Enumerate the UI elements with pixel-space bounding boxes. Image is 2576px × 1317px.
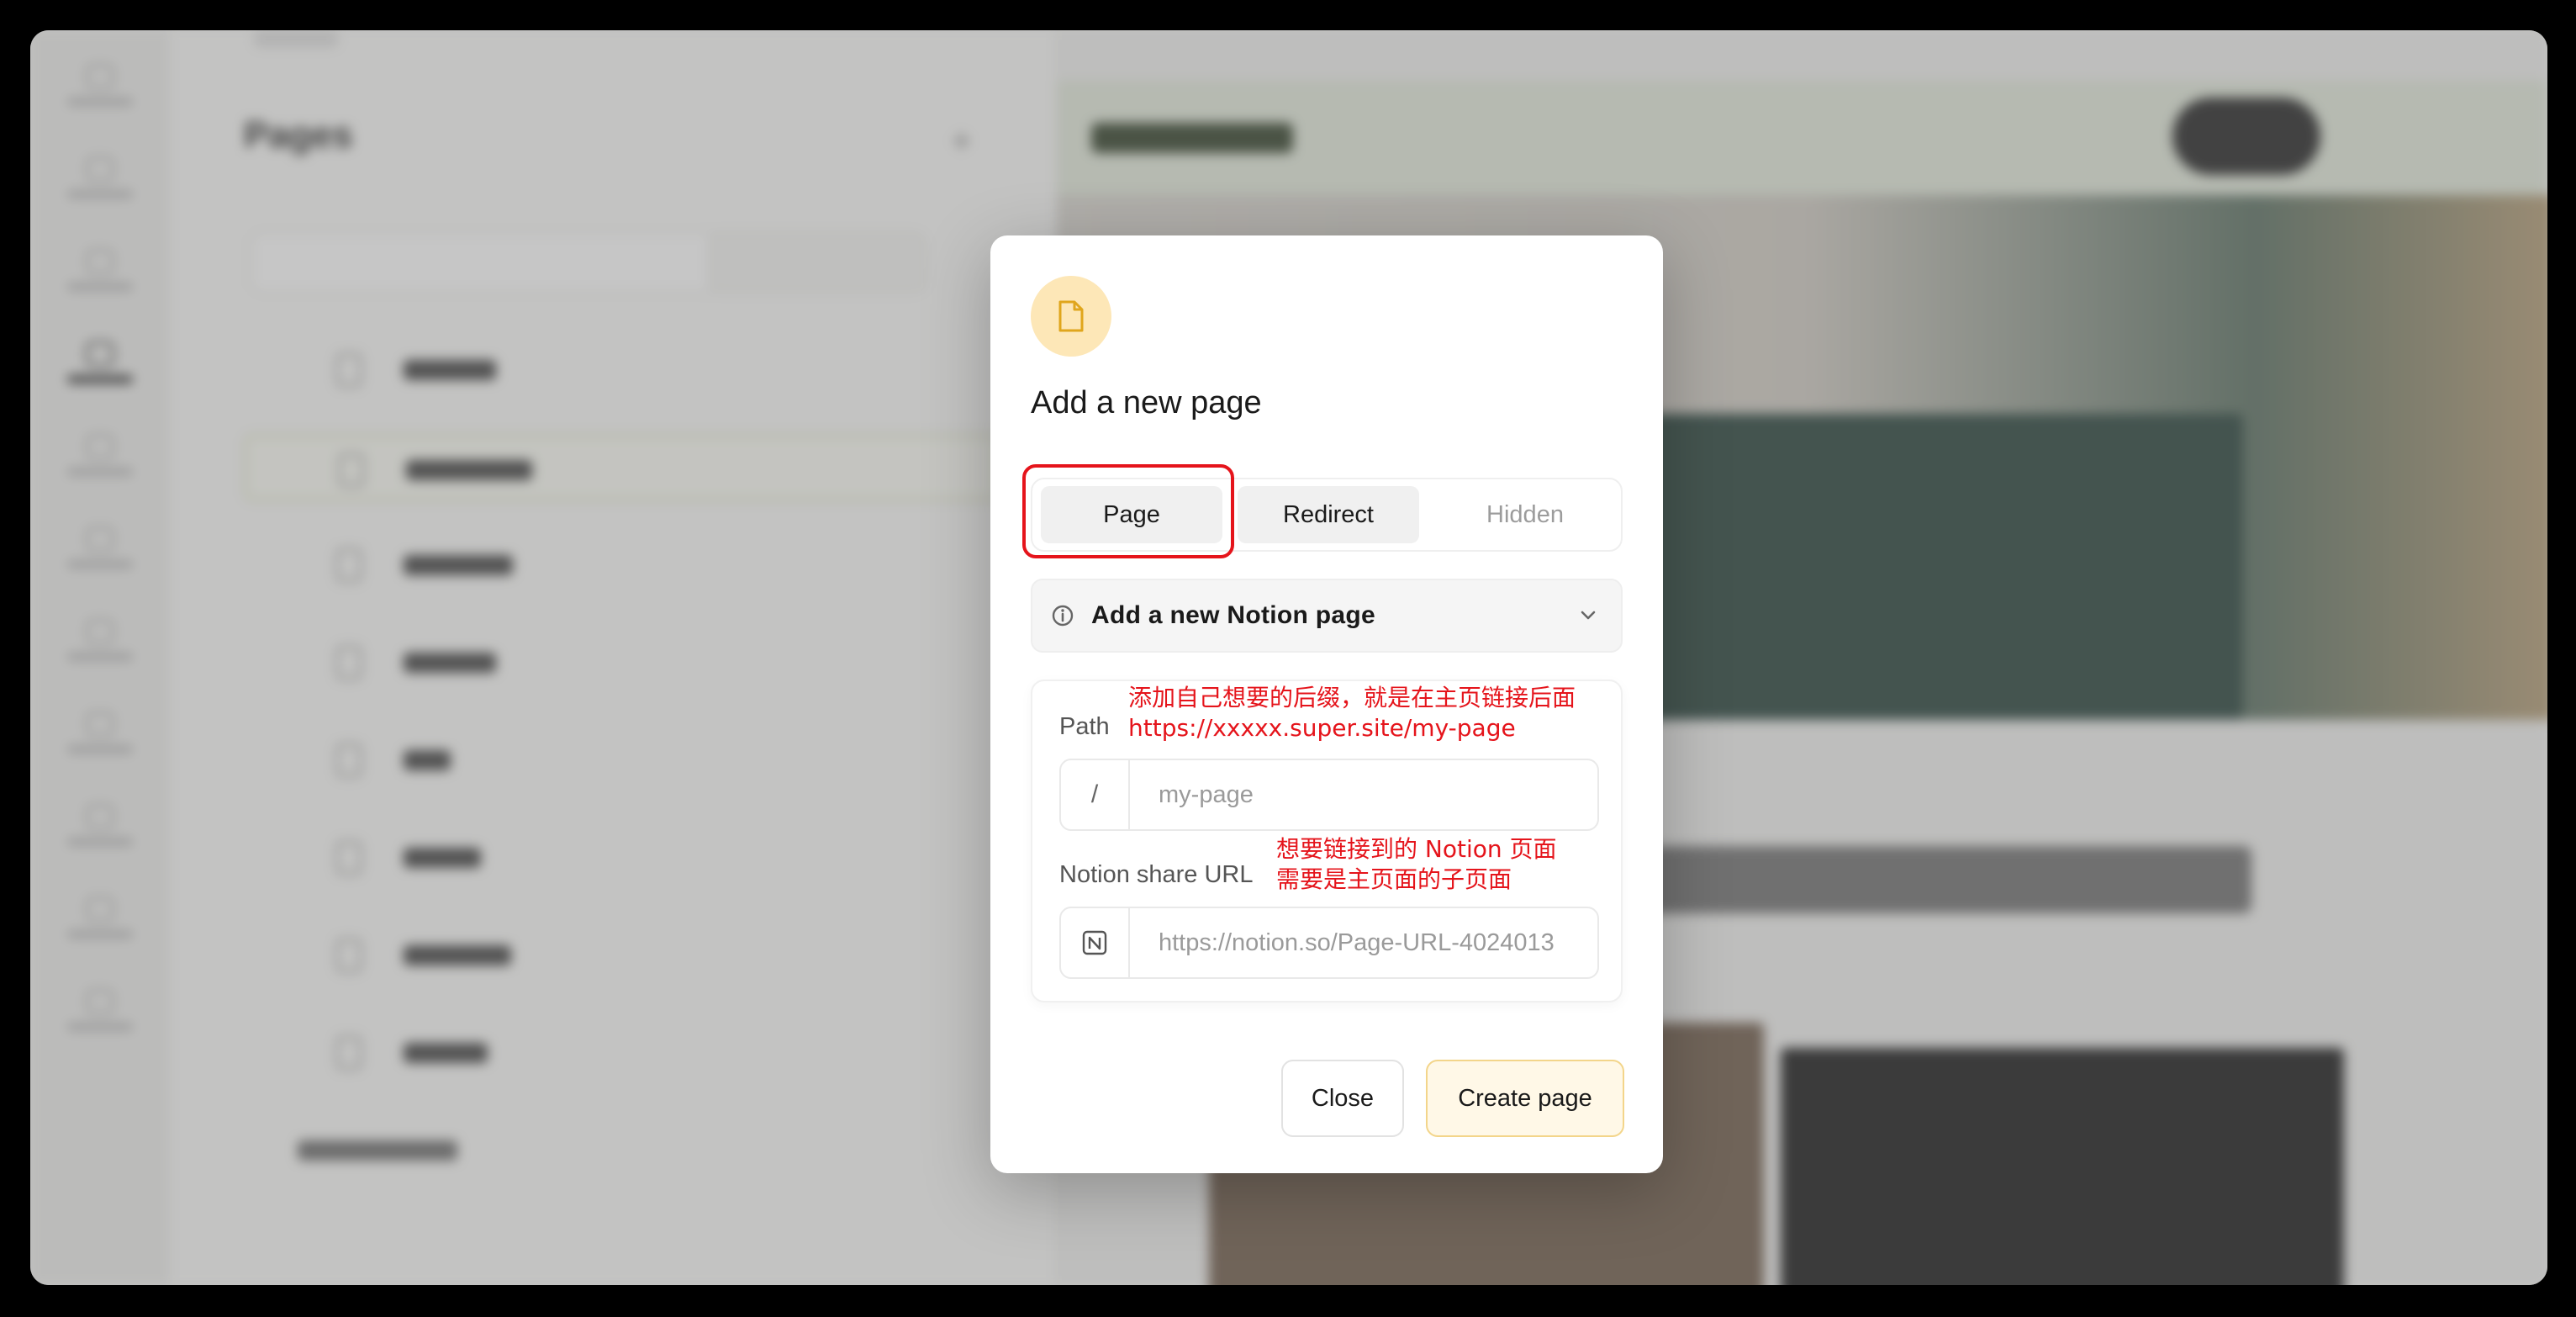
path-annotation: 添加自己想要的后缀，就是在主页链接后面 https://xxxxx.super.… (1128, 683, 1576, 743)
annotation-highlight-box (1022, 464, 1234, 558)
annotation-line: https://xxxxx.super.site/my-page (1128, 714, 1516, 742)
notion-url-label: Notion share URL (1059, 861, 1254, 888)
close-button[interactable]: Close (1281, 1060, 1404, 1137)
notion-page-accordion[interactable]: Add a new Notion page (1031, 579, 1623, 653)
info-icon (1052, 605, 1074, 627)
create-page-button[interactable]: Create page (1426, 1060, 1624, 1137)
notion-url-field-group (1059, 907, 1599, 979)
page-icon-badge (1031, 276, 1111, 357)
path-input[interactable] (1132, 760, 1596, 829)
path-prefix: / (1061, 760, 1130, 829)
dialog-title: Add a new page (1031, 385, 1262, 420)
notion-annotation: 想要链接到的 Notion 页面 需要是主页面的子页面 (1276, 834, 1557, 895)
notion-logo-icon (1061, 908, 1130, 977)
accordion-label: Add a new Notion page (1091, 601, 1375, 629)
app-window: Pages + Add a new page Page Redirect Hid… (30, 30, 2547, 1285)
document-icon (1058, 300, 1084, 332)
path-label: Path (1059, 713, 1110, 740)
tab-hidden[interactable]: Hidden (1434, 486, 1616, 543)
annotation-line: 添加自己想要的后缀，就是在主页链接后面 (1128, 684, 1576, 711)
annotation-line: 想要链接到的 Notion 页面 (1276, 835, 1557, 863)
path-field-group: / (1059, 759, 1599, 831)
tab-redirect[interactable]: Redirect (1238, 486, 1419, 543)
notion-url-input[interactable] (1132, 908, 1596, 977)
annotation-line: 需要是主页面的子页面 (1276, 865, 1512, 893)
chevron-down-icon (1581, 611, 1596, 620)
